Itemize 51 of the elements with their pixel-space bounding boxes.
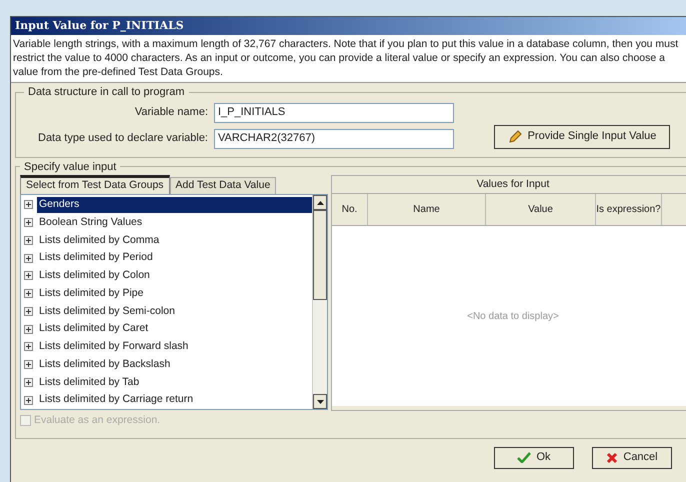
expand-icon[interactable] (24, 218, 33, 228)
expand-icon[interactable] (24, 254, 33, 263)
checkbox-label: Evaluate as an expression. (34, 413, 160, 428)
group-item[interactable]: Lists delimited by Forward slash (37, 339, 312, 355)
group-item[interactable]: Lists delimited by Pipe (37, 286, 312, 302)
group-legend: Data structure in call to program (24, 84, 189, 100)
table-title: Values for Input (332, 176, 686, 194)
expand-icon[interactable] (24, 378, 33, 387)
group-item[interactable]: Lists delimited by Backslash (37, 356, 312, 372)
scroll-up-icon[interactable] (313, 195, 327, 210)
group-item[interactable]: Lists delimited by Comma (37, 232, 312, 248)
column-header[interactable]: No. (332, 194, 368, 225)
ok-button[interactable]: Ok (494, 446, 574, 468)
expand-icon[interactable] (24, 306, 33, 316)
expand-icon[interactable] (24, 271, 33, 280)
expand-icon[interactable] (24, 360, 33, 370)
field-label: Variable name: (134, 105, 209, 120)
expand-icon[interactable] (24, 396, 33, 405)
close-icon (606, 452, 618, 464)
field-label: Data type used to declare variable: (37, 131, 209, 146)
text-field[interactable]: VARCHAR2(32767) (214, 128, 454, 148)
text-field[interactable]: I_P_INITIALS (214, 102, 454, 122)
expand-icon[interactable] (24, 289, 33, 298)
group-item[interactable]: Lists delimited by Semi-colon (37, 304, 312, 320)
expand-icon[interactable] (24, 324, 33, 334)
expand-icon[interactable] (24, 236, 33, 245)
scrollbar[interactable] (312, 195, 327, 409)
window-title: Input Value for P_INITIALS (15, 18, 184, 34)
scroll-thumb[interactable] (313, 210, 327, 300)
expand-icon[interactable] (24, 200, 33, 210)
tab[interactable]: Select from Test Data Groups (20, 175, 170, 194)
cancel-button[interactable]: Cancel (592, 446, 672, 468)
group-item[interactable]: Lists delimited by Period (37, 250, 312, 266)
group-legend: Specify value input (20, 158, 120, 175)
description-text: Variable length strings, with a maximum length of 32,767 characters. Note that if you plan to put this value in a database column, then you must restrict the value to 4000 characters. As an input or outcome, you can provide a literal value or specify an expression. You can also choose a value from the pre-defined Test Data Groups. (11, 35, 686, 83)
checkmark-icon (517, 452, 532, 463)
group-item[interactable]: Lists delimited by Tab (37, 374, 312, 390)
column-header[interactable]: Is expression? (596, 194, 662, 225)
group-item[interactable]: Lists delimited by Caret (37, 321, 312, 337)
group-item[interactable]: Lists delimited by Colon (37, 268, 312, 284)
empty-message: <No data to display> (467, 310, 559, 324)
tab[interactable]: Add Test Data Value (170, 177, 276, 194)
group-item[interactable]: Boolean String Values (37, 214, 312, 230)
scroll-down-icon[interactable] (313, 394, 327, 409)
column-header[interactable]: Value (486, 194, 596, 225)
group-item[interactable]: Lists delimited by Carriage return (37, 392, 312, 408)
expand-icon[interactable] (24, 342, 33, 352)
pencil-icon (508, 130, 522, 144)
provide-value-button[interactable]: Provide Single Input Value (494, 124, 670, 148)
group-item[interactable]: Genders (37, 197, 312, 213)
column-header[interactable]: Name (368, 194, 486, 225)
